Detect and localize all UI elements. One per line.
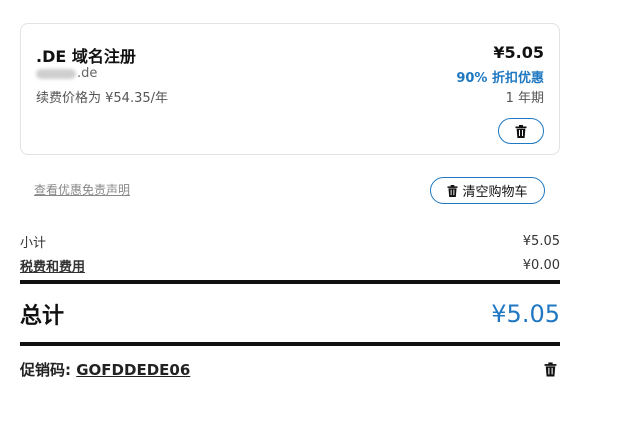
item-price: ¥5.05	[493, 43, 544, 62]
cart-page: .DE 域名注册 .de 续费价格为 ¥54.35/年 ¥5.05 90% 折扣…	[0, 0, 625, 431]
tax-row: 税费和费用 ¥0.00	[20, 256, 560, 275]
item-domain-suffix: .de	[77, 66, 98, 81]
trash-icon	[447, 184, 459, 197]
remove-item-button[interactable]	[498, 118, 544, 144]
clear-cart-label: 清空购物车	[462, 185, 528, 200]
discount-disclaimer-link[interactable]: 查看优惠免责声明	[34, 181, 130, 198]
promo-text: 促销码: GOFDDEDE06	[20, 359, 190, 380]
item-discount: 90% 折扣优惠	[456, 71, 544, 86]
promo-label: 促销码:	[20, 361, 71, 379]
item-domain: .de	[36, 66, 97, 81]
tax-value: ¥0.00	[522, 258, 560, 273]
remove-promo-button[interactable]	[540, 360, 560, 380]
promo-code: GOFDDEDE06	[76, 361, 191, 379]
subtotal-row: 小计 ¥5.05	[20, 232, 560, 251]
redacted-domain-name	[36, 68, 76, 79]
divider	[20, 342, 560, 346]
subtotal-label: 小计	[20, 236, 47, 251]
item-term: 1 年期	[505, 91, 544, 106]
item-title: .DE 域名注册	[36, 47, 136, 66]
total-label: 总计	[20, 304, 65, 329]
subtotal-value: ¥5.05	[522, 234, 560, 249]
divider	[20, 280, 560, 284]
cart-item-card: .DE 域名注册 .de 续费价格为 ¥54.35/年 ¥5.05 90% 折扣…	[20, 23, 560, 155]
taxes-and-fees-link[interactable]: 税费和费用	[20, 256, 85, 275]
item-renewal-price: 续费价格为 ¥54.35/年	[36, 91, 168, 106]
trash-icon	[515, 124, 527, 138]
total-value: ¥5.05	[491, 300, 560, 328]
clear-cart-button[interactable]: 清空购物车	[430, 177, 545, 204]
trash-icon	[544, 362, 557, 377]
total-row: 总计 ¥5.05	[20, 298, 560, 330]
promo-row: 促销码: GOFDDEDE06	[20, 359, 560, 380]
